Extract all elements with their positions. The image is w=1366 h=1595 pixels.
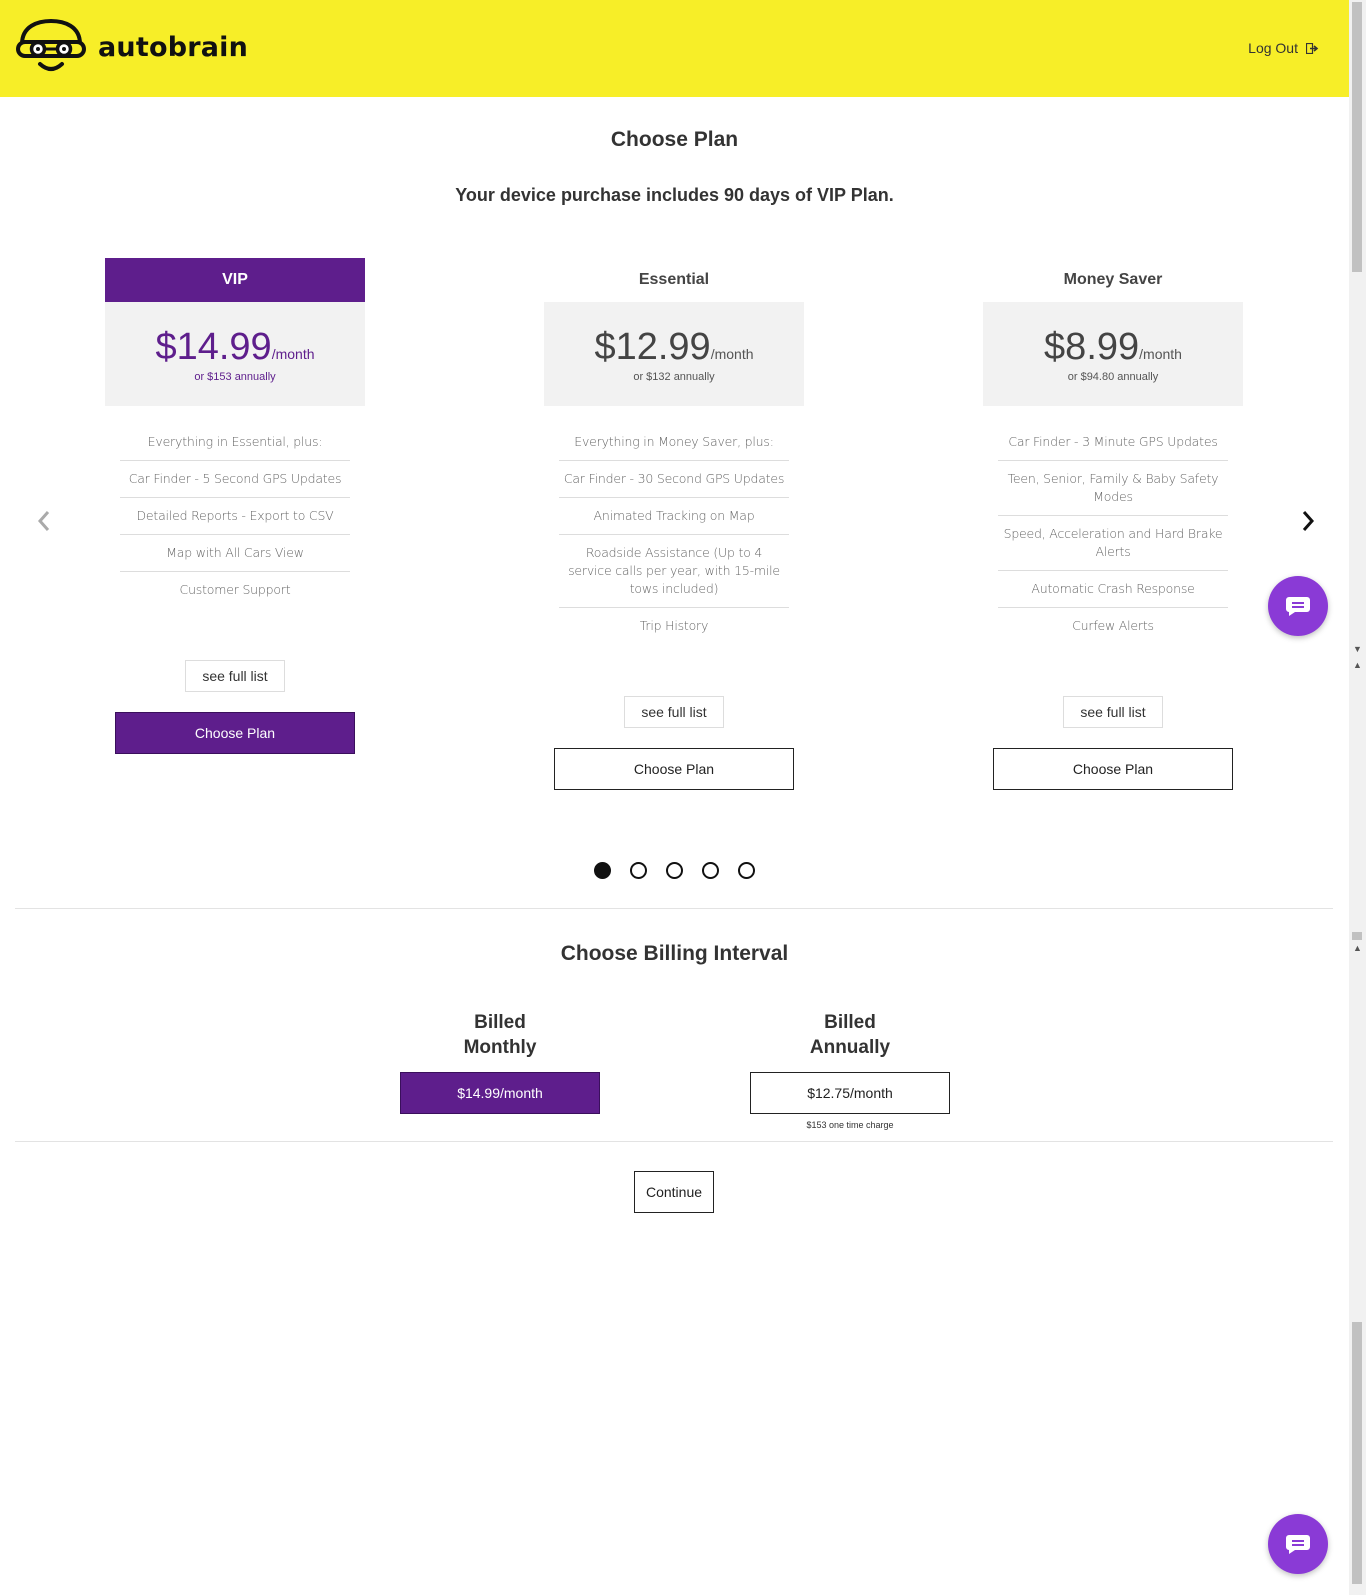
carousel-pagination [0, 862, 1349, 879]
billing-label-line2: Annually [809, 1037, 891, 1058]
plan-card-money-saver: Money Saver $8.99 /month or $94.80 annua… [983, 258, 1243, 790]
feature-item: Car Finder - 5 Second GPS Updates [120, 461, 350, 498]
plan-card-vip: VIP $14.99 /month or $153 annually Every… [105, 258, 365, 754]
chat-bubble-icon [1286, 1535, 1310, 1554]
feature-item: Car Finder - 30 Second GPS Updates [559, 461, 789, 498]
chevron-right-icon [1302, 511, 1315, 531]
top-header: autobrain Log Out [0, 0, 1349, 97]
carousel-dot-2[interactable] [630, 862, 647, 879]
choose-plan-button[interactable]: Choose Plan [554, 748, 794, 790]
choose-plan-button[interactable]: Choose Plan [993, 748, 1233, 790]
billed-annually-button[interactable]: $12.75/month [750, 1072, 950, 1114]
feature-item: Car Finder - 3 Minute GPS Updates [998, 424, 1228, 461]
plan-card-essential: Essential $12.99 /month or $132 annually… [544, 258, 804, 790]
billing-option-annually: Billed Annually $12.75/month $153 one ti… [750, 1010, 950, 1130]
feature-item: Everything in Essential, plus: [120, 424, 350, 461]
see-full-list-button[interactable]: see full list [185, 660, 285, 692]
feature-item: Automatic Crash Response [998, 571, 1228, 608]
carousel-next-button[interactable] [1296, 506, 1320, 536]
billing-option-monthly: Billed Monthly $14.99/month [400, 1010, 600, 1114]
plan-name: VIP [105, 258, 365, 302]
scrollbar-thumb-bottom[interactable] [1352, 1322, 1362, 1584]
annual-charge-note: $153 one time charge [806, 1120, 894, 1130]
billing-label-line2: Monthly [463, 1037, 537, 1058]
chevron-left-icon [37, 511, 50, 531]
section-divider [15, 1141, 1333, 1142]
feature-list: Everything in Essential, plus: Car Finde… [120, 424, 350, 608]
plan-price-unit: /month [1139, 346, 1182, 362]
sign-out-icon [1306, 42, 1319, 54]
plan-price: $8.99 [1044, 326, 1140, 368]
plan-annual-price: or $153 annually [194, 371, 276, 383]
plan-annual-price: or $132 annually [633, 371, 715, 383]
carousel-dot-1[interactable] [594, 862, 611, 879]
carousel-prev-button[interactable] [32, 506, 56, 536]
feature-item: Customer Support [179, 582, 291, 597]
choose-plan-button[interactable]: Choose Plan [115, 712, 355, 754]
plan-price: $14.99 [155, 326, 272, 368]
feature-item: Teen, Senior, Family & Baby Safety Modes [998, 461, 1228, 516]
chat-bubble-icon [1286, 597, 1310, 616]
feature-item: Animated Tracking on Map [559, 498, 789, 535]
feature-item: Everything in Money Saver, plus: [559, 424, 789, 461]
price-box: $14.99 /month or $153 annually [105, 302, 365, 406]
scroll-up-arrow-icon[interactable]: ▲ [1353, 661, 1362, 670]
feature-item: Trip History [639, 618, 709, 633]
price-box: $12.99 /month or $132 annually [544, 302, 804, 406]
carousel-dot-3[interactable] [666, 862, 683, 879]
scroll-down-arrow-icon[interactable]: ▼ [1353, 645, 1362, 654]
billed-monthly-button[interactable]: $14.99/month [400, 1072, 600, 1114]
plan-name: Essential [638, 271, 710, 288]
billing-title: Choose Billing Interval [560, 942, 789, 965]
carousel-dot-4[interactable] [702, 862, 719, 879]
price-box: $8.99 /month or $94.80 annually [983, 302, 1243, 406]
see-full-list-button[interactable]: see full list [1063, 696, 1163, 728]
continue-button[interactable]: Continue [634, 1171, 714, 1213]
scrollbar-thumb-top[interactable] [1352, 2, 1362, 272]
billing-label-line1: Billed [474, 1012, 526, 1033]
plan-subtitle: Your device purchase includes 90 days of… [455, 185, 894, 205]
feature-item: Detailed Reports - Export to CSV [120, 498, 350, 535]
carousel-dot-5[interactable] [738, 862, 755, 879]
plan-name: Money Saver [1063, 271, 1163, 288]
plan-price-unit: /month [271, 346, 315, 362]
billing-label-line1: Billed [824, 1012, 876, 1033]
logout-link[interactable]: Log Out [1248, 40, 1319, 56]
feature-list: Everything in Money Saver, plus: Car Fin… [559, 424, 789, 644]
feature-item: Curfew Alerts [1072, 618, 1154, 633]
feature-item: Roadside Assistance (Up to 4 service cal… [559, 535, 789, 608]
feature-item: Speed, Acceleration and Hard Brake Alert… [998, 516, 1228, 571]
plan-annual-price: or $94.80 annually [1067, 371, 1159, 383]
page-scrollbar[interactable]: ▼ ▲ ▲ [1349, 0, 1366, 1595]
chat-widget-button[interactable] [1268, 1514, 1328, 1574]
logo-icon [16, 18, 86, 71]
see-full-list-button[interactable]: see full list [624, 696, 724, 728]
scroll-up-arrow-icon[interactable]: ▲ [1353, 944, 1362, 953]
autobrain-logo[interactable]: autobrain [16, 18, 248, 76]
feature-item: Map with All Cars View [120, 535, 350, 572]
logout-label: Log Out [1248, 40, 1298, 56]
section-divider [15, 908, 1333, 909]
plan-price: $12.99 [594, 326, 711, 368]
scrollbar-thumb-middle[interactable] [1352, 932, 1362, 940]
chat-widget-button[interactable] [1268, 576, 1328, 636]
page-title: Choose Plan [610, 128, 739, 151]
brand-name: autobrain [98, 31, 249, 63]
feature-list: Car Finder - 3 Minute GPS Updates Teen, … [998, 424, 1228, 644]
plan-price-unit: /month [710, 346, 754, 362]
